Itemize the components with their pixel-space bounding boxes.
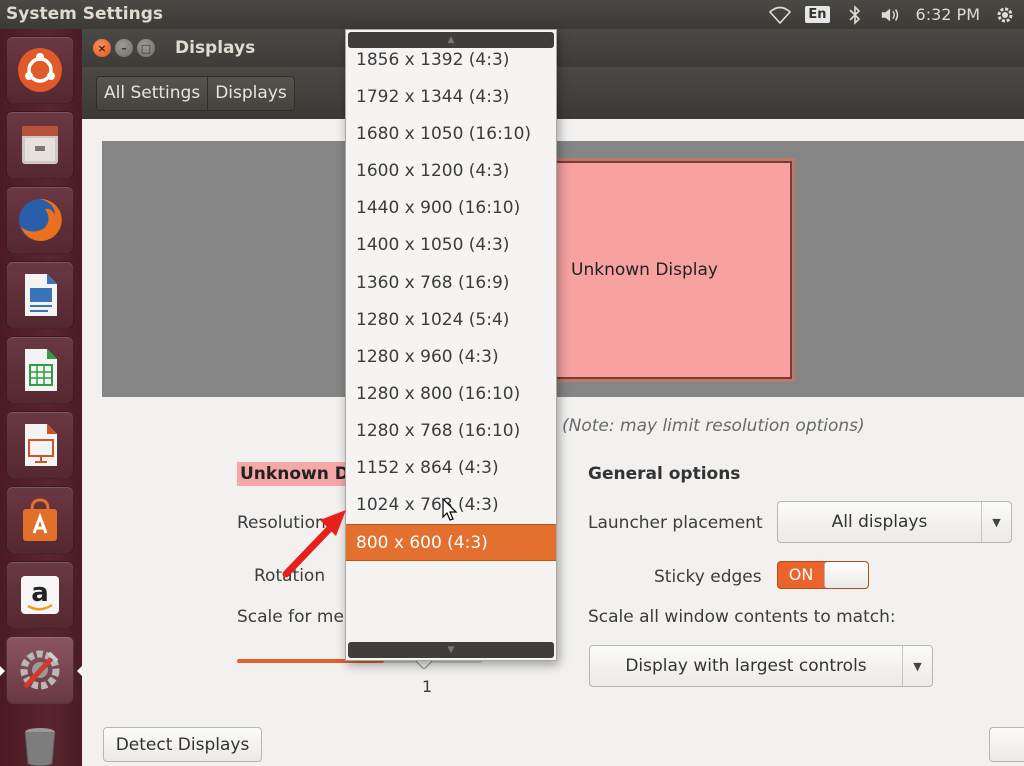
- apply-button[interactable]: [989, 727, 1024, 762]
- launcher-placement-label: Launcher placement: [588, 513, 763, 533]
- monitor-label: Unknown Display: [571, 260, 718, 280]
- keyboard-layout-indicator[interactable]: En: [805, 6, 830, 23]
- scale-value: 1: [422, 677, 433, 696]
- breadcrumb-all-settings[interactable]: All Settings: [97, 77, 209, 110]
- monitor-unknown-display[interactable]: Unknown Display: [552, 161, 792, 379]
- resolution-option[interactable]: 1400 x 1050 (4:3): [346, 227, 556, 264]
- close-button[interactable]: ×: [93, 39, 111, 57]
- resolution-option[interactable]: 1440 x 900 (16:10): [346, 190, 556, 227]
- toggle-on-text: ON: [788, 565, 814, 584]
- mouse-cursor-icon: [442, 498, 458, 521]
- general-options-title: General options: [588, 464, 741, 484]
- resolution-option[interactable]: 1680 x 1050 (16:10): [346, 116, 556, 153]
- launcher-placement-dropdown[interactable]: All displays ▼: [777, 501, 1012, 543]
- libreoffice-impress-icon[interactable]: [6, 411, 74, 479]
- sticky-edges-label: Sticky edges: [654, 567, 762, 587]
- resolution-option[interactable]: 1280 x 800 (16:10): [346, 376, 556, 413]
- toggle-knob: [824, 562, 868, 588]
- breadcrumb: All Settings Displays: [96, 76, 295, 111]
- libreoffice-writer-icon[interactable]: [6, 261, 74, 329]
- resolution-option[interactable]: 1792 x 1344 (4:3): [346, 79, 556, 116]
- resolution-option[interactable]: 1360 x 768 (16:9): [346, 265, 556, 302]
- amazon-icon[interactable]: a: [6, 561, 74, 629]
- display-arrangement-area[interactable]: Unknown Display: [102, 141, 1024, 397]
- display-name: Unknown Di: [237, 462, 358, 486]
- breadcrumb-displays[interactable]: Displays: [208, 77, 294, 110]
- scroll-down-button[interactable]: ▼: [348, 642, 554, 658]
- red-arrow-annotation: [282, 510, 346, 578]
- launcher-placement-value: All displays: [831, 512, 928, 532]
- libreoffice-calc-icon[interactable]: [6, 336, 74, 404]
- volume-icon[interactable]: [880, 4, 902, 26]
- ubuntu-dash-icon[interactable]: [6, 36, 74, 104]
- window-title: Displays: [175, 38, 256, 58]
- app-title: System Settings: [6, 4, 163, 24]
- clock[interactable]: 6:32 PM: [916, 5, 980, 24]
- scale-all-value: Display with largest controls: [625, 656, 867, 676]
- resolution-option[interactable]: 1856 x 1392 (4:3): [346, 42, 556, 79]
- bluetooth-icon[interactable]: [844, 4, 866, 26]
- launcher-running-indicator: [0, 666, 5, 676]
- sticky-edges-toggle[interactable]: ON: [777, 561, 869, 589]
- scale-all-label: Scale all window contents to match:: [588, 607, 896, 627]
- scale-all-dropdown[interactable]: Display with largest controls ▼: [589, 645, 933, 687]
- top-panel: System Settings En 6:32 PM: [0, 0, 1024, 29]
- launcher: a: [0, 29, 82, 766]
- minimize-button[interactable]: –: [115, 39, 133, 57]
- chevron-down-icon: ▼: [981, 502, 1011, 542]
- indicator-area: En 6:32 PM: [769, 2, 1016, 27]
- detect-displays-button[interactable]: Detect Displays: [103, 727, 262, 762]
- files-icon[interactable]: [6, 111, 74, 179]
- maximize-button[interactable]: □: [137, 39, 155, 57]
- trash-icon[interactable]: [6, 711, 74, 766]
- gear-icon[interactable]: [994, 4, 1016, 26]
- resolution-option[interactable]: 1152 x 864 (4:3): [346, 450, 556, 487]
- resolution-option[interactable]: 1600 x 1200 (4:3): [346, 153, 556, 190]
- wifi-icon[interactable]: [769, 4, 792, 26]
- resolution-note: (Note: may limit resolution options): [562, 416, 865, 436]
- scale-label: Scale for me: [237, 607, 344, 627]
- resolution-option[interactable]: 1280 x 1024 (5:4): [346, 302, 556, 339]
- resolution-option[interactable]: 1280 x 960 (4:3): [346, 339, 556, 376]
- software-center-icon[interactable]: [6, 486, 74, 554]
- svg-text:a: a: [31, 578, 49, 608]
- resolution-dropdown-menu[interactable]: ▲ 1856 x 1392 (4:3) 1792 x 1344 (4:3) 1680…: [345, 29, 557, 661]
- chevron-down-icon: ▼: [902, 646, 932, 686]
- resolution-options-list: 1856 x 1392 (4:3) 1792 x 1344 (4:3) 1680 x…: [346, 42, 556, 562]
- system-settings-icon[interactable]: [6, 636, 74, 704]
- firefox-icon[interactable]: [6, 186, 74, 254]
- resolution-option[interactable]: 1280 x 768 (16:10): [346, 413, 556, 450]
- resolution-option[interactable]: 800 x 600 (4:3): [346, 524, 556, 562]
